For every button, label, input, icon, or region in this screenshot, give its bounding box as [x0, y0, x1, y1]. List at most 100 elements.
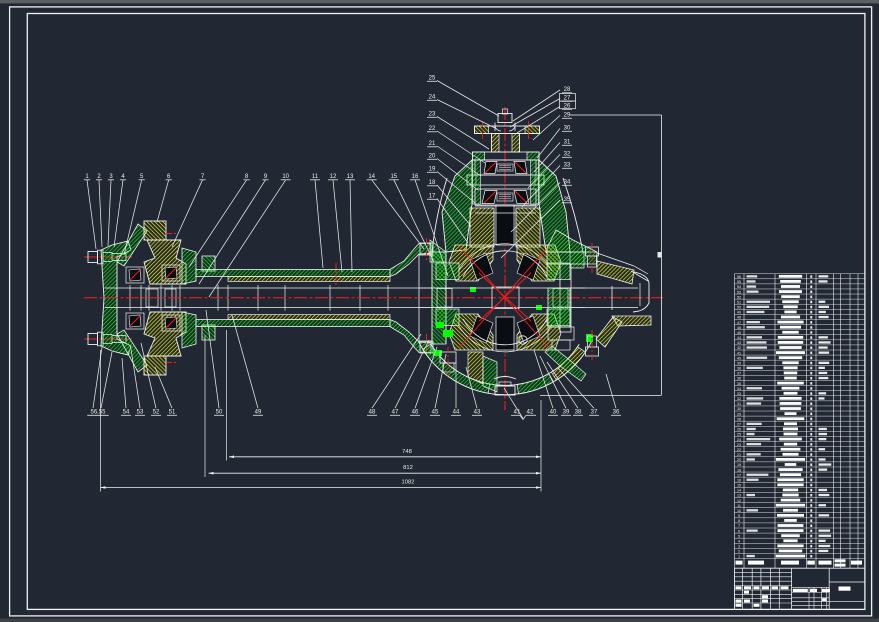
- svg-text:25: 25: [429, 76, 436, 82]
- svg-text:39: 39: [737, 362, 741, 366]
- svg-text:42: 42: [527, 409, 534, 416]
- svg-text:22: 22: [737, 448, 741, 452]
- svg-text:33: 33: [564, 163, 571, 169]
- svg-text:53: 53: [737, 290, 741, 294]
- svg-text:18: 18: [737, 468, 741, 472]
- svg-text:31: 31: [737, 402, 741, 406]
- svg-text:27: 27: [564, 96, 571, 102]
- svg-text:33: 33: [737, 392, 741, 396]
- svg-text:45: 45: [737, 331, 741, 335]
- svg-text:16: 16: [412, 174, 419, 180]
- svg-text:28: 28: [564, 87, 571, 93]
- svg-text:18: 18: [429, 180, 436, 186]
- svg-text:13: 13: [347, 174, 354, 180]
- svg-text:31: 31: [564, 140, 571, 146]
- svg-text:43: 43: [737, 341, 741, 345]
- svg-text:55: 55: [737, 280, 741, 284]
- svg-text:17: 17: [429, 194, 436, 200]
- svg-text:35: 35: [737, 382, 741, 386]
- svg-text:15: 15: [390, 174, 397, 180]
- svg-text:14: 14: [368, 174, 375, 180]
- svg-text:34: 34: [737, 387, 741, 391]
- svg-text:21: 21: [429, 141, 436, 147]
- svg-text:51: 51: [169, 410, 176, 416]
- svg-text:41: 41: [737, 351, 741, 355]
- svg-text:16: 16: [737, 478, 741, 482]
- svg-text:20: 20: [737, 458, 741, 462]
- svg-text:29: 29: [564, 113, 571, 119]
- svg-text:27: 27: [737, 423, 741, 427]
- svg-text:8: 8: [738, 519, 740, 523]
- svg-text:17: 17: [737, 473, 741, 477]
- svg-text:40: 40: [550, 410, 557, 416]
- svg-text:48: 48: [369, 410, 376, 416]
- svg-text:32: 32: [564, 152, 571, 158]
- svg-text:52: 52: [153, 410, 160, 416]
- svg-text:9: 9: [738, 514, 740, 518]
- svg-text:56,55: 56,55: [90, 410, 106, 416]
- svg-text:812: 812: [403, 465, 413, 471]
- svg-text:24: 24: [737, 438, 741, 442]
- svg-text:39: 39: [563, 410, 570, 416]
- svg-text:30: 30: [564, 126, 571, 132]
- svg-text:1: 1: [738, 555, 740, 559]
- svg-text:52: 52: [737, 295, 741, 299]
- svg-text:49: 49: [255, 410, 262, 416]
- svg-text:53: 53: [137, 410, 144, 416]
- svg-text:56: 56: [737, 275, 741, 279]
- svg-text:28: 28: [737, 417, 741, 421]
- svg-text:54: 54: [123, 410, 130, 416]
- svg-text:45: 45: [432, 410, 439, 416]
- svg-text:30: 30: [737, 407, 741, 411]
- svg-text:36: 36: [737, 377, 741, 381]
- svg-text:50: 50: [737, 306, 741, 310]
- svg-text:3: 3: [738, 545, 740, 549]
- svg-text:4: 4: [738, 540, 740, 544]
- svg-text:47: 47: [737, 321, 741, 325]
- svg-text:19: 19: [737, 463, 741, 467]
- svg-text:34: 34: [564, 180, 571, 186]
- svg-text:25: 25: [737, 433, 741, 437]
- svg-text:37: 37: [737, 372, 741, 376]
- svg-text:43: 43: [474, 410, 481, 416]
- svg-text:38: 38: [575, 410, 582, 416]
- svg-text:11: 11: [737, 504, 741, 508]
- svg-text:35: 35: [564, 197, 571, 203]
- svg-text:19: 19: [429, 167, 436, 173]
- svg-text:748: 748: [402, 449, 412, 455]
- svg-text:5: 5: [738, 534, 740, 538]
- svg-text:48: 48: [737, 316, 741, 320]
- svg-text:44: 44: [453, 410, 460, 416]
- svg-text:26: 26: [737, 428, 741, 432]
- svg-text:10: 10: [282, 174, 289, 180]
- svg-text:38: 38: [737, 367, 741, 371]
- svg-text:29: 29: [737, 412, 741, 416]
- svg-text:7: 7: [738, 524, 740, 528]
- svg-text:47: 47: [392, 410, 399, 416]
- svg-text:22: 22: [429, 126, 436, 132]
- svg-text:40: 40: [737, 356, 741, 360]
- svg-text:51: 51: [737, 300, 741, 304]
- svg-text:15: 15: [737, 484, 741, 488]
- svg-text:13: 13: [737, 494, 741, 498]
- svg-text:44: 44: [737, 336, 741, 340]
- svg-text:42: 42: [737, 346, 741, 350]
- svg-text:21: 21: [737, 453, 741, 457]
- svg-text:37: 37: [591, 410, 598, 416]
- svg-text:12: 12: [737, 499, 741, 503]
- svg-text:2: 2: [738, 550, 740, 554]
- svg-text:46: 46: [412, 410, 419, 416]
- svg-text:1082: 1082: [402, 480, 415, 486]
- svg-text:50: 50: [216, 410, 223, 416]
- svg-text:46: 46: [737, 326, 741, 330]
- svg-text:49: 49: [737, 311, 741, 315]
- svg-text:32: 32: [737, 397, 741, 401]
- svg-text:11: 11: [312, 174, 319, 180]
- svg-text:12: 12: [330, 174, 337, 180]
- svg-text:20: 20: [429, 154, 436, 160]
- svg-text:23: 23: [429, 112, 436, 118]
- svg-text:14: 14: [737, 489, 741, 493]
- svg-text:6: 6: [738, 529, 740, 533]
- svg-text:23: 23: [737, 443, 741, 447]
- svg-text:36: 36: [613, 410, 620, 416]
